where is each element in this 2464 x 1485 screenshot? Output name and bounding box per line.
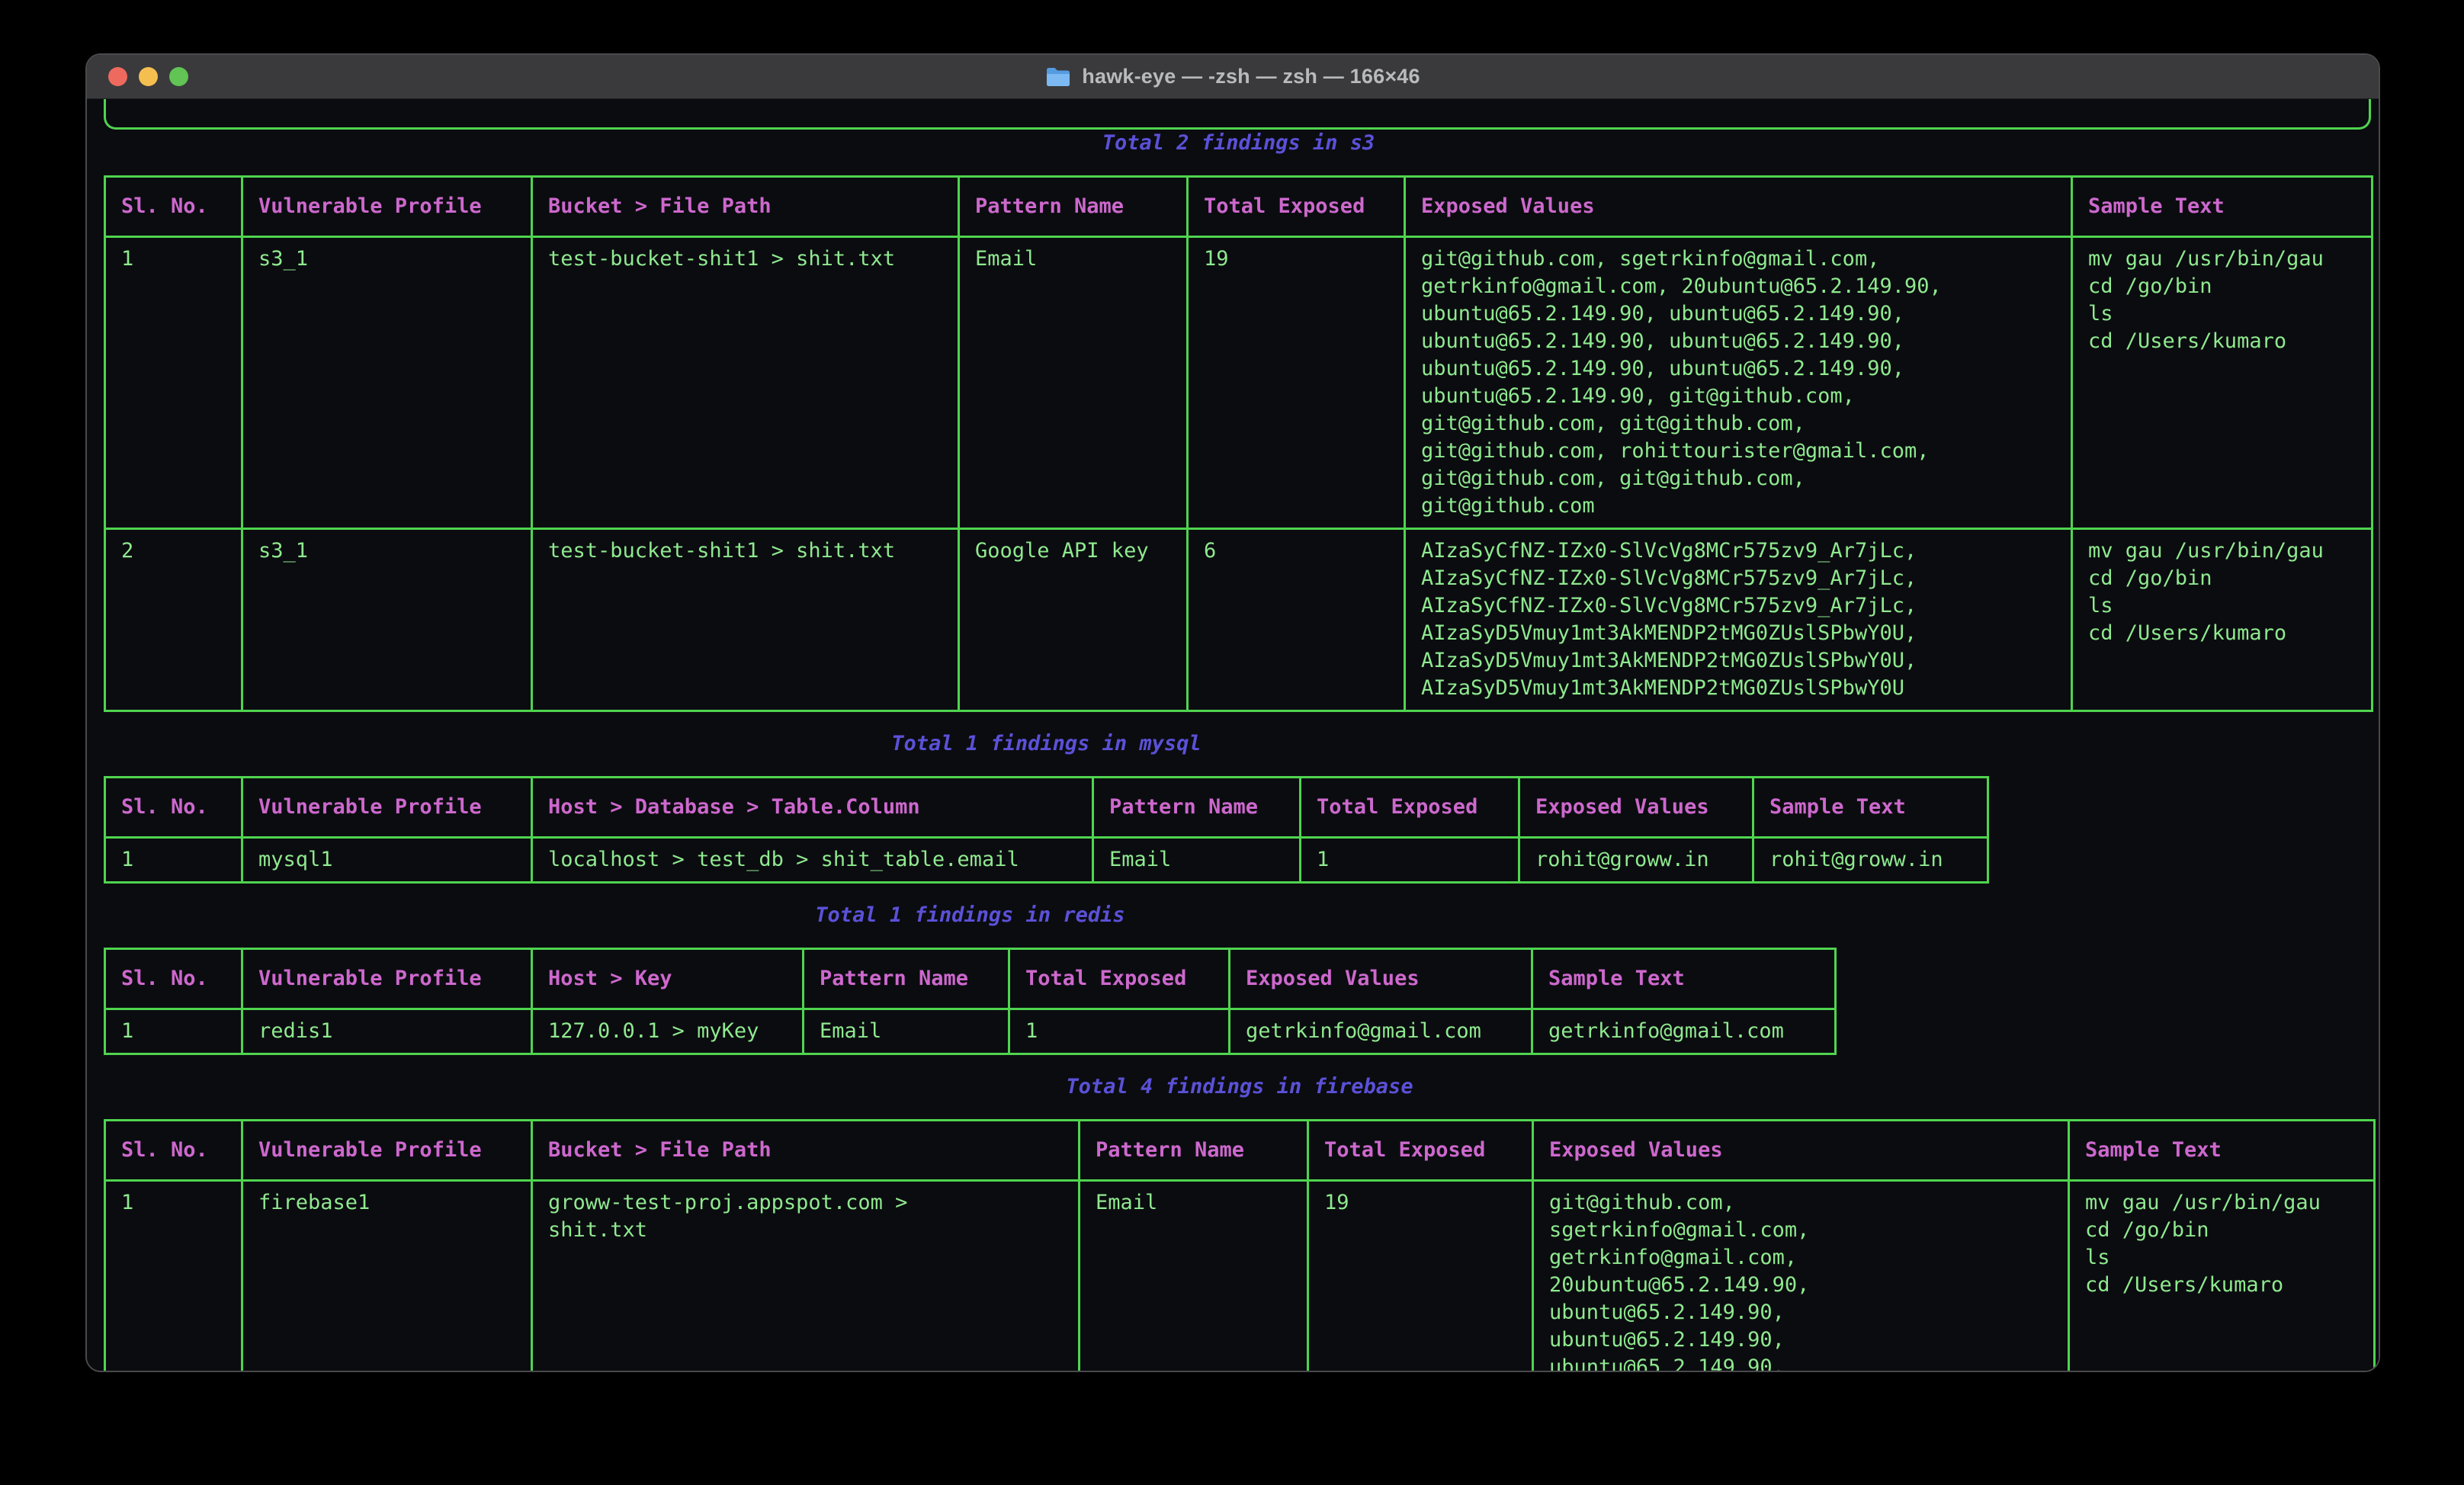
folder-icon <box>1045 66 1071 88</box>
window-title-group: hawk-eye — -zsh — zsh — 166×46 <box>1045 65 1420 88</box>
column-header: Sample Text <box>2072 177 2373 237</box>
table-cell: redis1 <box>242 1009 532 1054</box>
column-header: Vulnerable Profile <box>242 1121 532 1181</box>
table-cell: 1 <box>105 838 242 883</box>
table-cell: s3_1 <box>242 529 532 711</box>
column-header: Host > Database > Table.Column <box>532 778 1093 838</box>
findings-table-firebase: Sl. No.Vulnerable ProfileBucket > File P… <box>104 1119 2376 1371</box>
table-cell: git@github.com, sgetrkinfo@gmail.com, ge… <box>1533 1181 2069 1371</box>
table-cell: Email <box>1093 838 1301 883</box>
table-row: 1mysql1localhost > test_db > shit_table.… <box>105 838 1988 883</box>
table-cell: 19 <box>1188 237 1405 529</box>
table-cell: mv gau /usr/bin/gau cd /go/bin ls cd /Us… <box>2069 1181 2375 1371</box>
findings-table-mysql: Sl. No.Vulnerable ProfileHost > Database… <box>104 776 1989 884</box>
section-title-redis: Total 1 findings in redis <box>104 902 1837 929</box>
column-header: Sample Text <box>1753 778 1988 838</box>
column-header: Pattern Name <box>959 177 1188 237</box>
table-cell: 19 <box>1308 1181 1533 1371</box>
table-cell: 1 <box>1009 1009 1230 1054</box>
column-header: Total Exposed <box>1009 949 1230 1009</box>
column-header: Host > Key <box>532 949 804 1009</box>
column-header: Exposed Values <box>1519 778 1753 838</box>
column-header: Vulnerable Profile <box>242 177 532 237</box>
table-cell: rohit@groww.in <box>1753 838 1988 883</box>
close-button[interactable] <box>108 67 127 86</box>
table-cell: firebase1 <box>242 1181 532 1371</box>
column-header: Total Exposed <box>1301 778 1519 838</box>
header-row: Sl. No.Vulnerable ProfileBucket > File P… <box>105 177 2373 237</box>
column-header: Sample Text <box>2069 1121 2375 1181</box>
table-cell: Email <box>959 237 1188 529</box>
column-header: Exposed Values <box>1230 949 1532 1009</box>
table-row: 1redis1127.0.0.1 > myKeyEmail1getrkinfo@… <box>105 1009 1836 1054</box>
table-cell: s3_1 <box>242 237 532 529</box>
column-header: Vulnerable Profile <box>242 949 532 1009</box>
column-header: Bucket > File Path <box>532 1121 1080 1181</box>
header-row: Sl. No.Vulnerable ProfileHost > Database… <box>105 778 1988 838</box>
table-cell: 1 <box>105 237 242 529</box>
findings-table-s3: Sl. No.Vulnerable ProfileBucket > File P… <box>104 175 2373 712</box>
table-cell: git@github.com, sgetrkinfo@gmail.com, ge… <box>1405 237 2072 529</box>
table-cell: 127.0.0.1 > myKey <box>532 1009 804 1054</box>
table-cell: 1 <box>105 1181 242 1371</box>
terminal-content[interactable]: Total 2 findings in s3Sl. No.Vulnerable … <box>87 99 2379 1371</box>
column-header: Total Exposed <box>1308 1121 1533 1181</box>
titlebar: hawk-eye — -zsh — zsh — 166×46 <box>87 55 2379 99</box>
column-header: Sample Text <box>1532 949 1836 1009</box>
table-cell: Email <box>1080 1181 1308 1371</box>
table-cell: getrkinfo@gmail.com <box>1230 1009 1532 1054</box>
header-row: Sl. No.Vulnerable ProfileBucket > File P… <box>105 1121 2375 1181</box>
column-header: Exposed Values <box>1533 1121 2069 1181</box>
column-header: Vulnerable Profile <box>242 778 532 838</box>
table-cell: rohit@groww.in <box>1519 838 1753 883</box>
column-header: Total Exposed <box>1188 177 1405 237</box>
column-header: Sl. No. <box>105 778 242 838</box>
table-cell: Google API key <box>959 529 1188 711</box>
table-row: 1s3_1test-bucket-shit1 > shit.txtEmail19… <box>105 237 2373 529</box>
traffic-lights <box>108 55 188 98</box>
terminal-window: hawk-eye — -zsh — zsh — 166×46 Total 2 f… <box>85 53 2380 1372</box>
table-cell: test-bucket-shit1 > shit.txt <box>532 529 959 711</box>
table-cell: AIzaSyCfNZ-IZx0-SlVcVg8MCr575zv9_Ar7jLc,… <box>1405 529 2072 711</box>
table-cell: Email <box>804 1009 1009 1054</box>
findings-table-redis: Sl. No.Vulnerable ProfileHost > KeyPatte… <box>104 948 1837 1055</box>
column-header: Pattern Name <box>1080 1121 1308 1181</box>
table-cell: 6 <box>1188 529 1405 711</box>
table-cell: groww-test-proj.appspot.com > shit.txt <box>532 1181 1080 1371</box>
table-cell: 2 <box>105 529 242 711</box>
table-cell: mysql1 <box>242 838 532 883</box>
table-cell: 1 <box>105 1009 242 1054</box>
table-cell: mv gau /usr/bin/gau cd /go/bin ls cd /Us… <box>2072 529 2373 711</box>
header-row: Sl. No.Vulnerable ProfileHost > KeyPatte… <box>105 949 1836 1009</box>
column-header: Pattern Name <box>1093 778 1301 838</box>
table-cell: getrkinfo@gmail.com <box>1532 1009 1836 1054</box>
table-cell: localhost > test_db > shit_table.email <box>532 838 1093 883</box>
section-title-s3: Total 2 findings in s3 <box>104 130 2373 157</box>
column-header: Sl. No. <box>105 949 242 1009</box>
table-cell: test-bucket-shit1 > shit.txt <box>532 237 959 529</box>
table-cell: mv gau /usr/bin/gau cd /go/bin ls cd /Us… <box>2072 237 2373 529</box>
section-title-mysql: Total 1 findings in mysql <box>104 730 1989 758</box>
table-cell: 1 <box>1301 838 1519 883</box>
zoom-button[interactable] <box>169 67 188 86</box>
section-title-firebase: Total 4 findings in firebase <box>104 1073 2376 1101</box>
column-header: Sl. No. <box>105 1121 242 1181</box>
minimize-button[interactable] <box>139 67 158 86</box>
previous-table-bottom-border <box>104 99 2371 130</box>
table-row: 1firebase1groww-test-proj.appspot.com > … <box>105 1181 2375 1371</box>
column-header: Exposed Values <box>1405 177 2072 237</box>
findings-sections: Total 2 findings in s3Sl. No.Vulnerable … <box>102 130 2379 1371</box>
column-header: Bucket > File Path <box>532 177 959 237</box>
table-row: 2s3_1test-bucket-shit1 > shit.txtGoogle … <box>105 529 2373 711</box>
column-header: Pattern Name <box>804 949 1009 1009</box>
column-header: Sl. No. <box>105 177 242 237</box>
window-title: hawk-eye — -zsh — zsh — 166×46 <box>1082 65 1420 88</box>
